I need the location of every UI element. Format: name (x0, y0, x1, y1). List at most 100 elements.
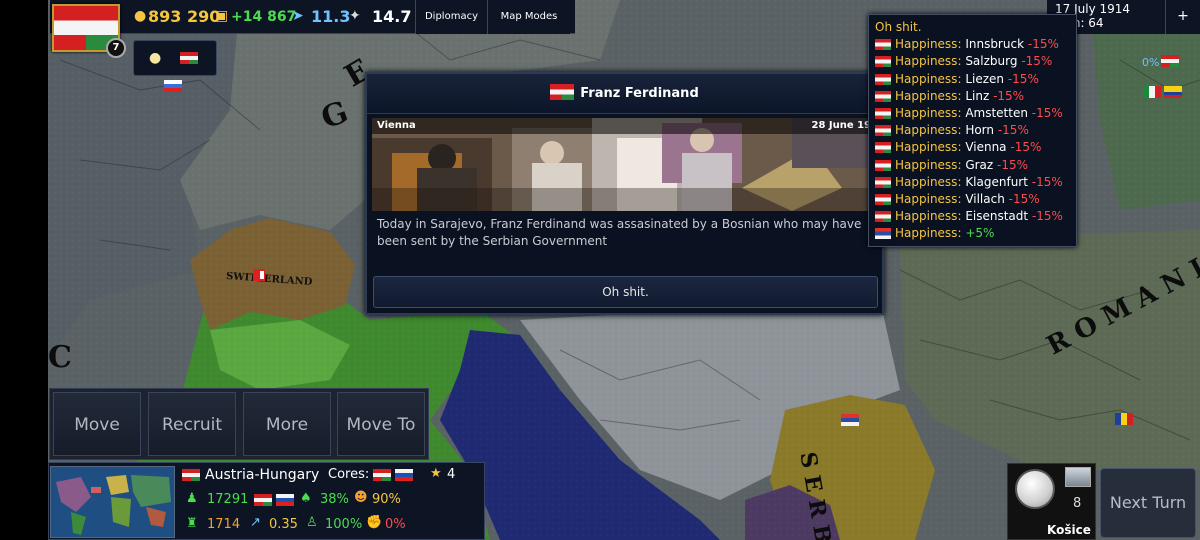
event-flag (550, 84, 575, 100)
growth-icon: ↗ (250, 515, 261, 530)
tooltip-row-key: Happiness: (895, 71, 962, 86)
tooltip-row-value: +5% (965, 226, 995, 241)
right-flag-ah[interactable] (1161, 55, 1179, 67)
dove-icon: ✦ (349, 8, 361, 24)
tooltip-row: Happiness: Salzburg -15% (875, 53, 1070, 70)
tooltip-row-city: Klagenfurt (965, 174, 1028, 189)
right-percent: 0% (1142, 56, 1160, 69)
tooltip-row-value: -15% (1031, 174, 1063, 189)
relation-flag[interactable] (180, 52, 198, 64)
tooltip-row-value: -15% (997, 157, 1029, 172)
loyalty-icon: ♙ (306, 515, 318, 530)
army-value: 1714 (207, 517, 241, 532)
right-flag-mexico[interactable] (1143, 86, 1161, 98)
population-flag-ah (254, 494, 272, 506)
diplomacy-button[interactable]: Diplomacy (415, 0, 487, 34)
recruit-button[interactable]: Recruit (148, 392, 236, 456)
tooltip-row-value: -15% (1031, 209, 1063, 224)
province-count: 8 (1073, 496, 1082, 511)
tooltip-row-key: Happiness: (895, 209, 962, 224)
game-screen: G E SWITZERLAND R O M A N I A S E R B C … (0, 0, 1200, 540)
clock-icon[interactable] (1015, 469, 1055, 509)
tooltip-row-key: Happiness: (895, 140, 962, 155)
tooltip-row-key: Happiness: (895, 88, 962, 103)
tooltip-row-city: Salzburg (965, 54, 1018, 69)
tooltip-row-flag (875, 176, 891, 188)
tooltip-row-flag (875, 211, 891, 223)
event-dialog: Franz Ferdinand Vienna 28 June 191 Today… (365, 72, 884, 315)
country-name[interactable]: Austria-Hungary (205, 467, 319, 483)
star-icon: ★ (430, 466, 442, 481)
cores-label: Cores: (328, 467, 370, 482)
plane-icon: ➤ (292, 8, 304, 24)
event-confirm-button[interactable]: Oh shit. (373, 276, 878, 308)
right-flag-ecuador[interactable] (1164, 86, 1182, 98)
stability-icon: ♠ (300, 491, 312, 506)
tooltip-row: Happiness: Vienna -15% (875, 139, 1070, 156)
tooltip-row-value: -15% (1021, 54, 1053, 69)
manpower-value: 11.3 (311, 7, 351, 26)
tooltip-row-flag (875, 159, 891, 171)
diplomacy-value: 14.7 (372, 7, 412, 26)
speed-plus-button[interactable]: + (1165, 0, 1200, 34)
lightbulb-icon[interactable]: ● (149, 50, 161, 66)
event-title-bar: Franz Ferdinand (367, 74, 882, 114)
tooltip-row: Happiness: Eisenstadt -15% (875, 208, 1070, 225)
minimap[interactable] (50, 466, 175, 538)
minor-country-flag[interactable] (164, 80, 182, 92)
gold-value: 893 290 (148, 7, 221, 26)
country-flag (182, 469, 200, 481)
tooltip-row-key: Happiness: (895, 37, 962, 52)
tooltip-row-flag (875, 142, 891, 154)
stars-value: 4 (447, 467, 456, 482)
loyalty-value: 100% (325, 517, 363, 532)
tooltip-row: Happiness: Liezen -15% (875, 71, 1070, 88)
tooltip-row-city: Liezen (965, 71, 1005, 86)
unrest-icon: ✊ (366, 515, 383, 530)
tooltip-row-city: Amstetten (965, 106, 1028, 121)
tooltip-row-city: Villach (965, 192, 1005, 207)
tooltip-row-flag (875, 56, 891, 68)
tooltip-row: Happiness: +5% (875, 225, 1070, 242)
serbia-capital-flag[interactable] (841, 414, 859, 426)
tooltip-row-key: Happiness: (895, 157, 962, 172)
terrain-icon (1065, 467, 1091, 487)
province-name[interactable]: Košice (1047, 523, 1091, 537)
tooltip-row-city: Horn (965, 123, 995, 138)
happiness-icon: ☻ (354, 490, 368, 505)
map-label-left: C (48, 340, 72, 375)
tooltip-row-key: Happiness: (895, 54, 962, 69)
tooltip-row-value: -15% (1008, 192, 1040, 207)
tooltip-row-city: Graz (965, 157, 994, 172)
population-value: 17291 (207, 492, 249, 507)
tooltip-row-value: -15% (1010, 140, 1042, 155)
tooltip-row-city: Vienna (965, 140, 1007, 155)
tooltip-row-city: Linz (965, 88, 990, 103)
move-to-button[interactable]: Move To (337, 392, 425, 456)
tooltip-row: Happiness: Graz -15% (875, 157, 1070, 174)
romania-capital-flag[interactable] (1115, 413, 1133, 425)
army-icon: ♜ (186, 516, 198, 531)
move-button[interactable]: Move (53, 392, 141, 456)
tooltip-row: Happiness: Klagenfurt -15% (875, 174, 1070, 191)
event-title: Franz Ferdinand (580, 86, 699, 101)
coin-stack-icon: ▣ (215, 8, 229, 24)
tooltip-row: Happiness: Linz -15% (875, 88, 1070, 105)
switzerland-capital-flag[interactable] (253, 269, 265, 281)
map-modes-button[interactable]: Map Modes (487, 0, 570, 34)
tooltip-row-flag (875, 90, 891, 102)
tooltip-row: Happiness: Innsbruck -15% (875, 36, 1070, 53)
population-icon: ♟ (186, 491, 198, 506)
tooltip-row-flag (875, 194, 891, 206)
growth-value: 0.35 (269, 517, 298, 532)
happiness-value: 90% (372, 492, 401, 507)
unrest-value: 0% (385, 517, 406, 532)
tooltip-row-city: Innsbruck (965, 37, 1025, 52)
more-button[interactable]: More (243, 392, 331, 456)
event-description: Today in Sarajevo, Franz Ferdinand was a… (377, 217, 862, 248)
next-turn-button[interactable]: Next Turn (1100, 468, 1196, 538)
notification-bar: ● (133, 40, 217, 76)
tooltip-header: Oh shit. (875, 20, 922, 34)
gold-income: +14 867 (231, 9, 297, 25)
gold-icon: ● (134, 8, 147, 24)
